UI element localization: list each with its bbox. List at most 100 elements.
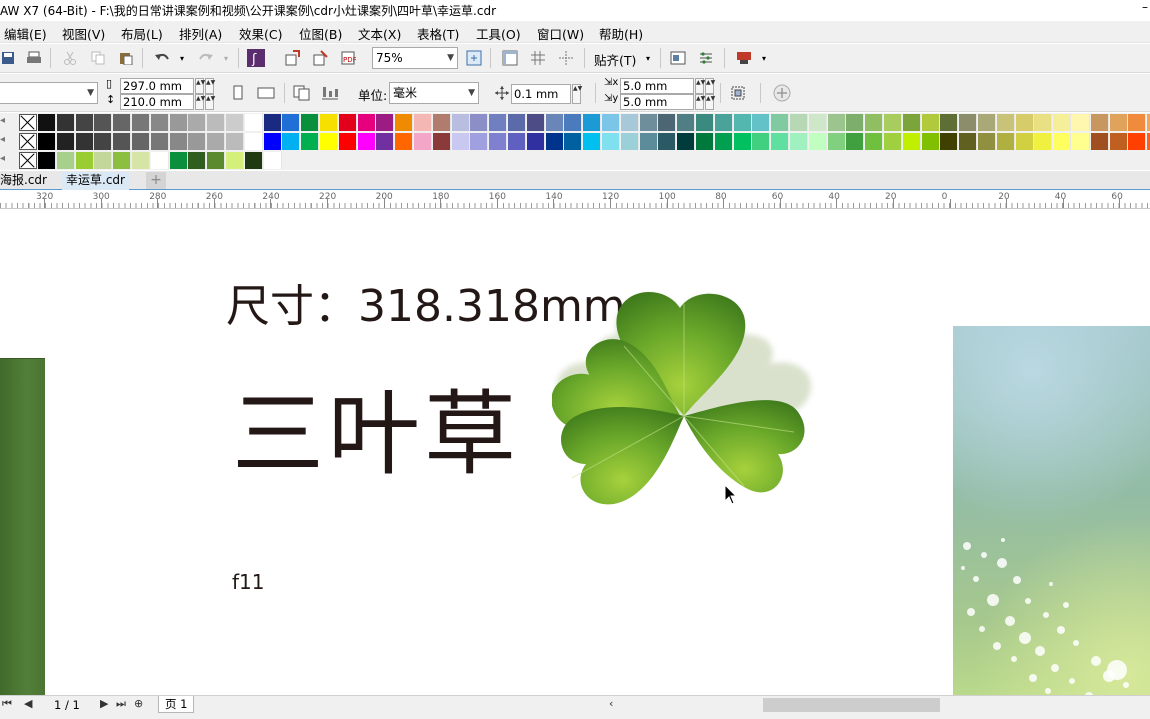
horizontal-ruler[interactable]: 320 300 280 260 240 220 200 180 160 140 120 100 80 60… <box>0 191 1150 209</box>
green-background-shape[interactable] <box>0 358 45 695</box>
color-swatch[interactable] <box>733 114 752 131</box>
last-page-icon[interactable]: ⏭ <box>116 697 126 711</box>
nudge-spinner[interactable]: ▲▼ <box>572 84 582 104</box>
color-swatch[interactable] <box>1053 133 1072 150</box>
color-swatch[interactable] <box>113 152 132 169</box>
color-swatch[interactable] <box>1128 133 1147 150</box>
color-swatch[interactable] <box>1034 133 1053 150</box>
color-swatch[interactable] <box>771 114 790 131</box>
color-swatch[interactable] <box>921 133 940 150</box>
menu-bitmaps[interactable]: 位图(B) <box>299 24 342 43</box>
page-tab[interactable]: 页 1 <box>158 696 195 713</box>
color-swatch[interactable] <box>38 133 56 150</box>
menu-edit[interactable]: 编辑(E) <box>4 24 47 43</box>
all-pages-icon[interactable] <box>292 83 312 103</box>
color-swatch[interactable] <box>771 133 790 150</box>
color-swatch[interactable] <box>526 114 545 131</box>
color-swatch[interactable] <box>658 114 677 131</box>
menu-view[interactable]: 视图(V) <box>62 24 105 43</box>
color-swatch[interactable] <box>132 133 150 150</box>
color-swatch[interactable] <box>902 133 921 150</box>
page-height-spinner-alt[interactable]: ▲▼ <box>205 94 215 110</box>
menu-effects[interactable]: 效果(C) <box>239 24 282 43</box>
copy-icon[interactable] <box>88 48 108 68</box>
duplicate-y-spinner[interactable]: ▲▼ <box>695 94 705 110</box>
color-swatch[interactable] <box>978 114 996 131</box>
palette-scroll-arrow[interactable]: ◂ <box>0 153 5 164</box>
color-swatch[interactable] <box>846 114 865 131</box>
cut-icon[interactable] <box>60 48 80 68</box>
snap-dropdown-icon[interactable]: ▾ <box>638 48 658 68</box>
color-swatch[interactable] <box>244 152 263 169</box>
color-swatch[interactable] <box>846 133 865 150</box>
color-swatch[interactable] <box>827 133 846 150</box>
menu-help[interactable]: 帮助(H) <box>599 24 643 43</box>
color-swatch[interactable] <box>940 114 959 131</box>
color-swatch[interactable] <box>865 133 884 150</box>
color-swatch[interactable] <box>996 133 1015 150</box>
color-swatch[interactable] <box>884 133 902 150</box>
color-swatch[interactable] <box>639 114 658 131</box>
redo-icon[interactable] <box>196 48 216 68</box>
color-swatch[interactable] <box>376 133 395 150</box>
palette-scroll-arrow[interactable]: ◂ <box>0 134 5 145</box>
color-swatch[interactable] <box>470 133 489 150</box>
portrait-icon[interactable] <box>228 83 248 103</box>
no-color-swatch[interactable] <box>19 152 37 169</box>
color-swatch[interactable] <box>959 133 978 150</box>
color-swatch[interactable] <box>564 133 583 150</box>
clover-graphic[interactable] <box>552 290 816 516</box>
color-swatch[interactable] <box>884 114 902 131</box>
color-swatch[interactable] <box>1015 114 1034 131</box>
color-swatch[interactable] <box>489 133 508 150</box>
color-swatch[interactable] <box>150 114 169 131</box>
quick-customize-icon[interactable] <box>772 83 792 103</box>
color-swatch[interactable] <box>56 114 75 131</box>
nudge-distance-input[interactable]: 0.1 mm <box>511 84 571 104</box>
menu-text[interactable]: 文本(X) <box>358 24 401 43</box>
color-swatch[interactable] <box>207 133 226 150</box>
color-swatch[interactable] <box>752 133 771 150</box>
color-swatch[interactable] <box>790 114 808 131</box>
color-swatch[interactable] <box>451 114 470 131</box>
color-swatch[interactable] <box>470 114 489 131</box>
color-swatch[interactable] <box>207 114 226 131</box>
duplicate-x-input[interactable]: 5.0 mm <box>620 78 694 94</box>
color-swatch[interactable] <box>301 133 320 150</box>
show-guidelines-icon[interactable] <box>556 48 576 68</box>
color-swatch[interactable] <box>132 152 150 169</box>
color-swatch[interactable] <box>827 114 846 131</box>
color-swatch[interactable] <box>696 133 714 150</box>
page-height-spinner[interactable]: ▲▼ <box>195 94 205 110</box>
color-swatch[interactable] <box>56 133 75 150</box>
tab-lucky-clover[interactable]: 幸运草.cdr <box>62 172 129 190</box>
color-swatch[interactable] <box>620 133 639 150</box>
color-swatch[interactable] <box>808 114 827 131</box>
color-swatch[interactable] <box>1034 114 1053 131</box>
duplicate-y-input[interactable]: 5.0 mm <box>620 94 694 110</box>
color-swatch[interactable] <box>1090 114 1109 131</box>
color-swatch[interactable] <box>132 114 150 131</box>
snap-to-menu[interactable]: 贴齐(T) <box>594 50 636 69</box>
color-swatch[interactable] <box>169 114 188 131</box>
color-swatch[interactable] <box>226 152 244 169</box>
menu-table[interactable]: 表格(T) <box>417 24 459 43</box>
color-swatch[interactable] <box>188 114 207 131</box>
color-swatch[interactable] <box>639 133 658 150</box>
color-swatch[interactable] <box>508 114 526 131</box>
duplicate-x-spinner[interactable]: ▲▼ <box>695 78 705 94</box>
landscape-icon[interactable] <box>256 83 276 103</box>
import-icon[interactable] <box>282 48 302 68</box>
color-swatch[interactable] <box>432 133 451 150</box>
color-swatch[interactable] <box>75 114 94 131</box>
color-swatch[interactable] <box>677 114 696 131</box>
color-swatch[interactable] <box>169 133 188 150</box>
page-width-input[interactable]: 297.0 mm <box>120 78 194 94</box>
color-swatch[interactable] <box>1072 114 1090 131</box>
color-swatch[interactable] <box>602 114 620 131</box>
color-swatch[interactable] <box>432 114 451 131</box>
color-swatch[interactable] <box>714 114 733 131</box>
color-swatch[interactable] <box>395 114 414 131</box>
color-swatch[interactable] <box>733 133 752 150</box>
color-swatch[interactable] <box>94 114 113 131</box>
